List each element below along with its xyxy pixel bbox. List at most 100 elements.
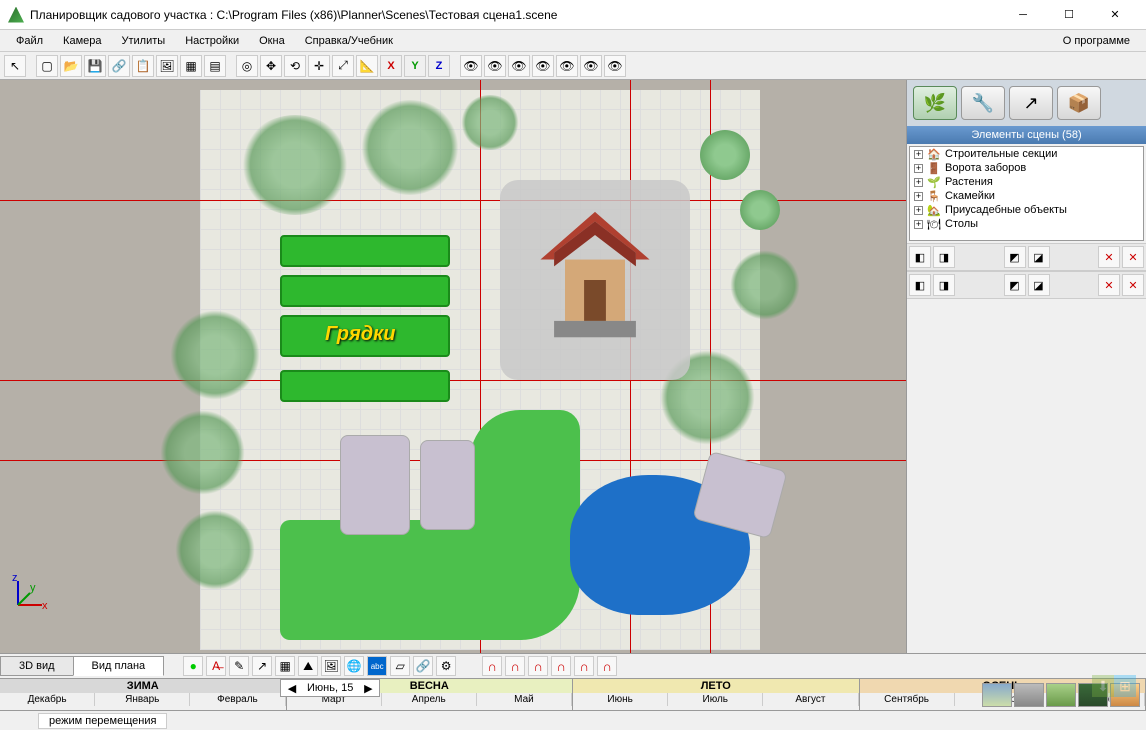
tree-object[interactable] xyxy=(160,410,245,495)
select-tool-icon[interactable]: ↖ xyxy=(4,55,26,77)
image-icon[interactable]: 🖼 xyxy=(156,55,178,77)
tree-row[interactable]: +🌱Растения xyxy=(910,175,1143,189)
garden-bed[interactable] xyxy=(280,235,450,267)
close-button[interactable]: ✕ xyxy=(1092,0,1138,30)
view-icon-1[interactable]: 👁 xyxy=(460,55,482,77)
axis-z-button[interactable]: Z xyxy=(428,55,450,77)
view-icon-2[interactable]: 👁 xyxy=(484,55,506,77)
panel-tool-icon[interactable]: ◨ xyxy=(933,246,955,268)
panel-tool-icon[interactable]: ◨ xyxy=(933,274,955,296)
month-button[interactable]: Апрель xyxy=(382,693,477,706)
delete-icon[interactable]: ✕ xyxy=(1122,246,1144,268)
shrub-object[interactable] xyxy=(740,190,780,230)
move-icon[interactable]: ✥ xyxy=(260,55,282,77)
view-icon-6[interactable]: 👁 xyxy=(580,55,602,77)
thumb-preview[interactable] xyxy=(982,683,1012,707)
tab-tools-icon[interactable]: 🔧 xyxy=(961,86,1005,120)
target-icon[interactable]: ◎ xyxy=(236,55,258,77)
copy-icon[interactable]: 📋 xyxy=(132,55,154,77)
menu-windows[interactable]: Окна xyxy=(249,33,295,49)
magnet-icon[interactable]: ∩ xyxy=(551,656,571,676)
magnet-icon[interactable]: ∩ xyxy=(528,656,548,676)
guide-horizontal[interactable] xyxy=(0,380,906,381)
measure-icon[interactable]: 📐 xyxy=(356,55,378,77)
tree-row[interactable]: +🚪Ворота заборов xyxy=(910,161,1143,175)
path-object[interactable] xyxy=(340,435,410,535)
pencil-icon[interactable]: ✎ xyxy=(229,656,249,676)
menu-help[interactable]: Справка/Учебник xyxy=(295,33,403,49)
view-icon-5[interactable]: 👁 xyxy=(556,55,578,77)
month-button[interactable]: Февраль xyxy=(190,693,285,706)
magnet-icon[interactable]: ∩ xyxy=(597,656,617,676)
tab-share-icon[interactable]: ↗ xyxy=(1009,86,1053,120)
lawn-object[interactable] xyxy=(470,410,580,640)
month-button[interactable]: Декабрь xyxy=(0,693,95,706)
thumb-preview[interactable] xyxy=(1046,683,1076,707)
menu-camera[interactable]: Камера xyxy=(53,33,111,49)
tab-plan-view[interactable]: Вид плана xyxy=(73,656,165,676)
tree-object[interactable] xyxy=(730,250,800,320)
scale-icon[interactable]: ⤢ xyxy=(332,55,354,77)
house-preview[interactable] xyxy=(500,180,690,380)
grid-icon[interactable]: ▦ xyxy=(275,656,295,676)
month-button[interactable]: Май xyxy=(477,693,572,706)
menu-about[interactable]: О программе xyxy=(1053,33,1140,49)
panel-tool-icon[interactable]: ◩ xyxy=(1004,274,1026,296)
canvas-viewport[interactable]: Грядки z xyxy=(0,80,906,653)
panel-tool-icon[interactable]: ◧ xyxy=(909,246,931,268)
garden-bed[interactable] xyxy=(280,370,450,402)
view-icon-7[interactable]: 👁 xyxy=(604,55,626,77)
link-icon[interactable]: 🔗 xyxy=(413,656,433,676)
save-icon[interactable]: 💾 xyxy=(84,55,106,77)
magnet-icon[interactable]: ∩ xyxy=(505,656,525,676)
tree-object[interactable] xyxy=(460,95,520,150)
tab-3d-view[interactable]: 3D вид xyxy=(0,656,74,676)
shrub-object[interactable] xyxy=(700,130,750,180)
month-button[interactable]: Июль xyxy=(668,693,763,706)
open-icon[interactable]: 📂 xyxy=(60,55,82,77)
date-next-icon[interactable]: ▶ xyxy=(361,682,375,695)
month-button[interactable]: Сентябрь xyxy=(860,693,955,706)
magnet-icon[interactable]: ∩ xyxy=(574,656,594,676)
tree-row[interactable]: +🍽Столы xyxy=(910,217,1143,231)
garden-bed[interactable] xyxy=(280,275,450,307)
axis-x-button[interactable]: X xyxy=(380,55,402,77)
month-button[interactable]: Август xyxy=(763,693,858,706)
delete-icon[interactable]: ✕ xyxy=(1098,246,1120,268)
thumb-preview[interactable] xyxy=(1014,683,1044,707)
path-object[interactable] xyxy=(420,440,475,530)
rotate-icon[interactable]: ⟲ xyxy=(284,55,306,77)
menu-settings[interactable]: Настройки xyxy=(175,33,249,49)
axis-y-button[interactable]: Y xyxy=(404,55,426,77)
image-icon[interactable]: 🖼 xyxy=(321,656,341,676)
settings-icon[interactable]: ⚙ xyxy=(436,656,456,676)
tree-row[interactable]: +🏡Приусадебные объекты xyxy=(910,203,1143,217)
panel-tool-icon[interactable]: ◪ xyxy=(1028,274,1050,296)
light-icon[interactable]: ● xyxy=(183,656,203,676)
date-picker[interactable]: ◀ Июнь, 15 ▶ xyxy=(280,679,380,697)
new-icon[interactable]: ▢ xyxy=(36,55,58,77)
date-prev-icon[interactable]: ◀ xyxy=(285,682,299,695)
month-button[interactable]: Январь xyxy=(95,693,190,706)
grid-icon[interactable]: ▤ xyxy=(204,55,226,77)
chart-icon[interactable]: ↗ xyxy=(252,656,272,676)
magnet-icon[interactable]: ∩ xyxy=(482,656,502,676)
tile-icon[interactable]: ▦ xyxy=(180,55,202,77)
scene-tree[interactable]: +🏠Строительные секции +🚪Ворота заборов +… xyxy=(909,146,1144,241)
tab-plants-icon[interactable]: 🌿 xyxy=(913,86,957,120)
shape-icon[interactable]: ▱ xyxy=(390,656,410,676)
abc-icon[interactable]: abc xyxy=(367,656,387,676)
delete-icon[interactable]: ✕ xyxy=(1122,274,1144,296)
tree-row[interactable]: +🪑Скамейки xyxy=(910,189,1143,203)
text-icon[interactable]: A̶ xyxy=(206,656,226,676)
view-icon-4[interactable]: 👁 xyxy=(532,55,554,77)
maximize-button[interactable]: ☐ xyxy=(1046,0,1092,30)
crosshair-icon[interactable]: ✛ xyxy=(308,55,330,77)
globe-icon[interactable]: 🌐 xyxy=(344,656,364,676)
link-icon[interactable]: 🔗 xyxy=(108,55,130,77)
menu-file[interactable]: Файл xyxy=(6,33,53,49)
panel-tool-icon[interactable]: ◧ xyxy=(909,274,931,296)
landscape-icon[interactable]: ⛰ xyxy=(298,656,318,676)
tree-row[interactable]: +🏠Строительные секции xyxy=(910,147,1143,161)
view-icon-3[interactable]: 👁 xyxy=(508,55,530,77)
